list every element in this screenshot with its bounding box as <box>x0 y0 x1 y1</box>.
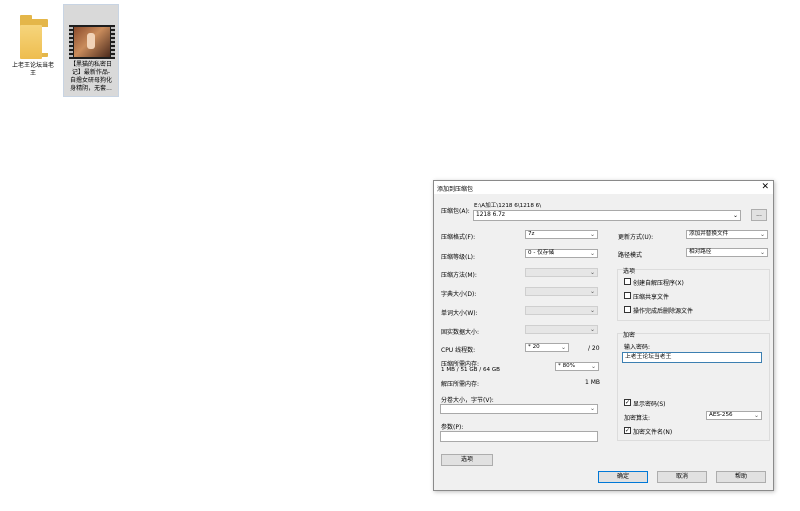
path-mode-select[interactable]: 相对路径 ⌄ <box>686 248 768 257</box>
folder-label: 上老王论坛当老 王 <box>11 62 54 77</box>
update-mode-select[interactable]: 添加并替换文件 ⌄ <box>686 230 768 239</box>
memory-percent-select[interactable]: * 80% ⌄ <box>555 362 599 371</box>
dialog-titlebar: 添加到压缩包 ✕ <box>434 181 773 194</box>
show-password-label: 显示密码(S) <box>633 401 666 408</box>
shared-files-label: 压缩共享文件 <box>633 294 670 301</box>
delete-source-checkbox[interactable] <box>624 306 631 313</box>
split-size-label: 分卷大小，字节(V): <box>441 397 494 404</box>
update-mode-label: 更新方式(U): <box>618 234 654 241</box>
solid-block-select[interactable]: ⌄ <box>525 325 598 334</box>
browse-button[interactable]: ... <box>751 209 767 221</box>
password-input[interactable]: 上老王论坛当老王 <box>622 352 762 363</box>
sfx-label: 创建自解压程序(X) <box>633 280 684 287</box>
chevron-down-icon: ⌄ <box>759 231 765 238</box>
dictionary-label: 字典大小(D): <box>441 291 477 298</box>
solid-block-label: 固实数据大小: <box>441 329 480 336</box>
memory-percent-value: * 80% <box>558 363 576 369</box>
format-select[interactable]: 7z ⌄ <box>525 230 598 239</box>
chevron-down-icon: ⌄ <box>589 269 595 276</box>
cpu-threads-value: * 20 <box>528 344 540 350</box>
format-value: 7z <box>528 231 535 237</box>
cpu-threads-label: CPU 线程数: <box>441 347 476 354</box>
close-icon[interactable]: ✕ <box>761 182 769 192</box>
chevron-down-icon: ⌄ <box>560 344 566 351</box>
add-to-archive-dialog: 添加到压缩包 ✕ 压缩包(A): E:\A加工\1218 6\1218 6\ 1… <box>433 180 774 491</box>
show-password-checkbox[interactable]: ✓ <box>624 399 631 406</box>
encrypt-names-label: 加密文件名(N) <box>633 429 673 436</box>
archive-name-value: 1218 6.7z <box>476 212 505 218</box>
encryption-method-select[interactable]: AES-256 ⌄ <box>706 411 762 420</box>
chevron-down-icon: ⌄ <box>589 288 595 295</box>
parameters-input[interactable] <box>440 431 598 442</box>
shared-files-checkbox[interactable] <box>624 292 631 299</box>
format-label: 压缩格式(F): <box>441 234 476 241</box>
encryption-method-label: 加密算法: <box>624 415 651 422</box>
split-size-combo[interactable]: ⌄ <box>440 404 598 414</box>
method-select[interactable]: ⌄ <box>525 268 598 277</box>
archive-name-combo[interactable]: 1218 6.7z ⌄ <box>473 210 741 221</box>
desktop-video-item[interactable]: 【黑猫的私密日 记】最新作品- 自撸女研母狗化 身精阴，无套... <box>63 4 119 97</box>
video-label: 【黑猫的私密日 记】最新作品- 自撸女研母狗化 身精阴，无套... <box>69 61 112 92</box>
options-button[interactable]: 选项 <box>441 454 493 466</box>
sfx-checkbox[interactable] <box>624 278 631 285</box>
chevron-down-icon: ⌄ <box>589 326 595 333</box>
chevron-down-icon: ⌄ <box>590 363 596 370</box>
encrypt-names-checkbox[interactable]: ✓ <box>624 427 631 434</box>
chevron-down-icon: ⌄ <box>759 249 765 256</box>
level-value: 0 - 仅存储 <box>528 250 554 256</box>
memory-detail: 1 MB / 51 GB / 64 GB <box>441 367 501 373</box>
chevron-down-icon: ⌄ <box>589 307 595 314</box>
encryption-group-title: 加密 <box>623 332 636 339</box>
word-size-select[interactable]: ⌄ <box>525 306 598 315</box>
decompress-memory-value: 1 MB <box>585 379 601 386</box>
chevron-down-icon: ⌄ <box>589 231 595 238</box>
path-mode-value: 相对路径 <box>689 249 712 255</box>
update-mode-value: 添加并替换文件 <box>689 231 729 237</box>
path-mode-label: 路径模式 <box>618 252 643 259</box>
checkmark-icon: ✓ <box>625 427 631 434</box>
cpu-threads-total: / 20 <box>588 345 600 352</box>
chevron-down-icon: ⌄ <box>732 212 738 219</box>
method-label: 压缩方法(M): <box>441 272 477 279</box>
cancel-button[interactable]: 取消 <box>657 471 707 483</box>
desktop-folder-item[interactable]: 上老王论坛当老 王 <box>5 4 61 97</box>
chevron-down-icon: ⌄ <box>589 405 595 412</box>
parameters-label: 参数(P): <box>441 424 464 431</box>
password-label: 输入密码: <box>624 344 651 351</box>
ok-button[interactable]: 确定 <box>598 471 648 483</box>
archive-label: 压缩包(A): <box>441 208 470 215</box>
encryption-method-value: AES-256 <box>709 412 733 418</box>
word-size-label: 单词大小(W): <box>441 310 478 317</box>
dictionary-select[interactable]: ⌄ <box>525 287 598 296</box>
delete-source-label: 操作完成后删除源文件 <box>633 308 694 315</box>
dialog-title: 添加到压缩包 <box>437 186 474 193</box>
video-thumbnail-icon <box>69 25 115 59</box>
password-value: 上老王论坛当老王 <box>625 354 672 360</box>
archive-directory: E:\A加工\1218 6\1218 6\ <box>474 203 542 209</box>
decompress-memory-label: 解压所需内存: <box>441 381 480 388</box>
checkmark-icon: ✓ <box>625 399 631 406</box>
level-select[interactable]: 0 - 仅存储 ⌄ <box>525 249 598 258</box>
cpu-threads-select[interactable]: * 20 ⌄ <box>525 343 569 352</box>
help-button[interactable]: 帮助 <box>716 471 766 483</box>
chevron-down-icon: ⌄ <box>589 250 595 257</box>
options-group-title: 选项 <box>623 268 636 275</box>
level-label: 压缩等级(L): <box>441 254 476 261</box>
chevron-down-icon: ⌄ <box>753 412 759 419</box>
